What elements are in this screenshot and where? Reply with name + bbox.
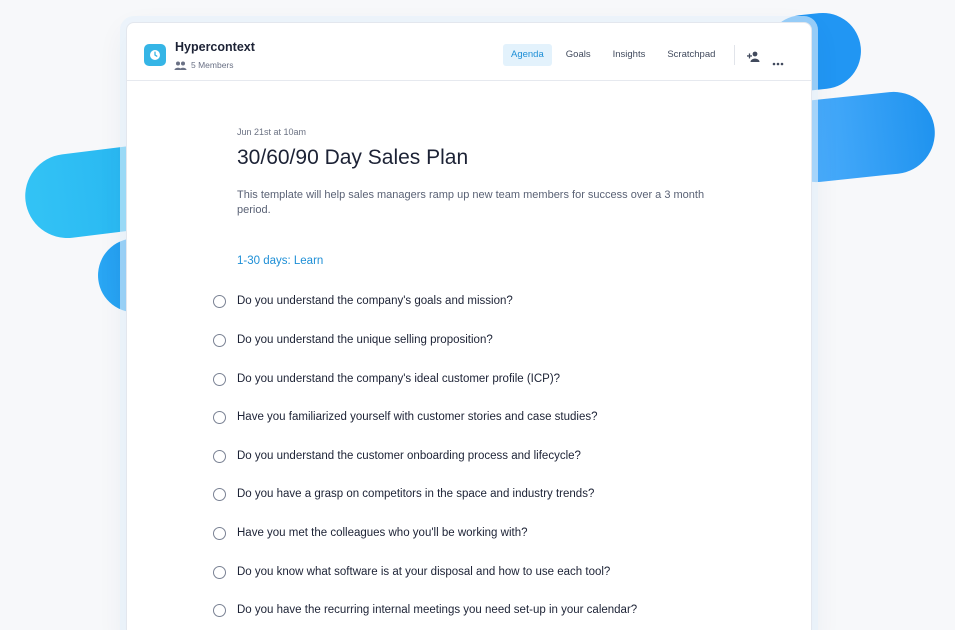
more-horizontal-icon[interactable] xyxy=(772,53,784,71)
checkbox-circle[interactable] xyxy=(213,487,226,501)
agenda-item-text[interactable]: Have you met the colleagues who you'll b… xyxy=(237,527,528,539)
tab-goals[interactable]: Goals xyxy=(558,44,599,66)
agenda-item: Do you understand the company's ideal cu… xyxy=(213,369,560,389)
section-heading[interactable]: 1-30 days: Learn xyxy=(237,255,323,267)
agenda-item: Do you know what software is at your dis… xyxy=(213,562,610,582)
checkbox-circle[interactable] xyxy=(213,526,226,540)
agenda-item: Do you understand the customer onboardin… xyxy=(213,446,581,466)
add-person-icon[interactable] xyxy=(747,49,761,67)
divider xyxy=(734,45,735,65)
checkbox-circle[interactable] xyxy=(213,565,226,579)
checkbox-circle[interactable] xyxy=(213,372,226,386)
agenda-item: Have you met the colleagues who you'll b… xyxy=(213,523,528,543)
agenda-item-text[interactable]: Do you have the recurring internal meeti… xyxy=(237,604,637,616)
tab-insights[interactable]: Insights xyxy=(605,44,654,66)
agenda-item-text[interactable]: Do you know what software is at your dis… xyxy=(237,566,610,578)
app-name: Hypercontext xyxy=(175,40,255,54)
agenda-item: Have you familiarized yourself with cust… xyxy=(213,407,598,427)
page-title: 30/60/90 Day Sales Plan xyxy=(237,146,469,169)
agenda-item: Do you understand the company's goals an… xyxy=(213,291,513,311)
agenda-item: Do you understand the unique selling pro… xyxy=(213,330,493,350)
people-icon xyxy=(174,61,187,70)
checkbox-circle[interactable] xyxy=(213,294,226,308)
checkbox-circle[interactable] xyxy=(213,603,226,617)
members-count[interactable]: 5 Members xyxy=(174,60,234,70)
checkbox-circle[interactable] xyxy=(213,333,226,347)
agenda-item-text[interactable]: Do you understand the company's ideal cu… xyxy=(237,373,560,385)
clock-icon[interactable] xyxy=(144,44,166,66)
meeting-description: This template will help sales managers r… xyxy=(237,189,705,216)
agenda-item-text[interactable]: Do you understand the unique selling pro… xyxy=(237,334,493,346)
app-window: Hypercontext 5 Members Agenda Goals Insi… xyxy=(126,22,812,630)
agenda-item: Do you have the recurring internal meeti… xyxy=(213,600,637,620)
agenda-item-text[interactable]: Have you familiarized yourself with cust… xyxy=(237,411,598,423)
meeting-date: Jun 21st at 10am xyxy=(237,127,307,137)
checkbox-circle[interactable] xyxy=(213,449,226,463)
tab-scratchpad[interactable]: Scratchpad xyxy=(659,44,723,66)
agenda-item-text[interactable]: Do you understand the customer onboardin… xyxy=(237,450,581,462)
checkbox-circle[interactable] xyxy=(213,410,226,424)
agenda-item: Do you have a grasp on competitors in th… xyxy=(213,484,594,504)
nav-tabs: Agenda Goals Insights Scratchpad xyxy=(503,44,729,66)
app-header: Hypercontext 5 Members Agenda Goals Insi… xyxy=(127,23,811,81)
agenda-item-text[interactable]: Do you have a grasp on competitors in th… xyxy=(237,488,594,500)
tab-agenda[interactable]: Agenda xyxy=(503,44,552,66)
agenda-item-text[interactable]: Do you understand the company's goals an… xyxy=(237,295,513,307)
members-label: 5 Members xyxy=(191,60,234,70)
